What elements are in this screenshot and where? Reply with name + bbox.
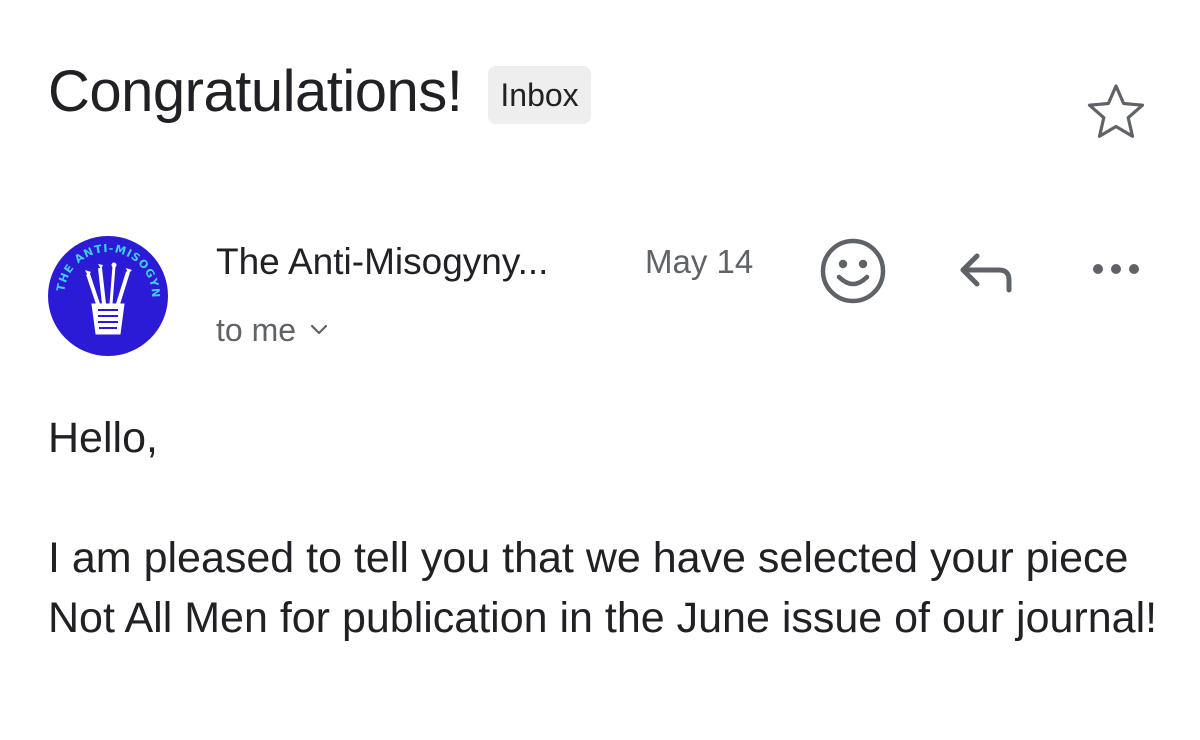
smiley-icon[interactable] bbox=[818, 236, 888, 306]
subject-row: Congratulations! Inbox bbox=[48, 56, 591, 128]
email-greeting: Hello, bbox=[48, 414, 158, 462]
email-paragraph: I am pleased to tell you that we have se… bbox=[48, 534, 1158, 642]
email-body: Hello, I am pleased to tell you that we … bbox=[48, 408, 1168, 648]
club-logo-icon: THE ANTI-MISOGYNY CLUB bbox=[43, 226, 166, 354]
recipient-label: to me bbox=[216, 312, 297, 348]
sender-avatar[interactable]: THE ANTI-MISOGYNY CLUB bbox=[43, 226, 168, 356]
inbox-label-chip[interactable]: Inbox bbox=[488, 66, 591, 124]
more-horizontal-icon[interactable] bbox=[1086, 254, 1146, 284]
email-subject: Congratulations! bbox=[48, 59, 463, 124]
chevron-down-icon bbox=[310, 324, 328, 335]
reply-icon[interactable] bbox=[953, 244, 1017, 300]
star-icon[interactable] bbox=[1084, 80, 1148, 144]
recipient-details-toggle[interactable]: to me bbox=[216, 310, 328, 350]
sender-name[interactable]: The Anti-Misogyny... bbox=[216, 240, 548, 284]
email-date: May 14 bbox=[645, 243, 754, 280]
email-view: Congratulations! Inbox THE ANTI-MISOGYNY… bbox=[0, 0, 1200, 740]
